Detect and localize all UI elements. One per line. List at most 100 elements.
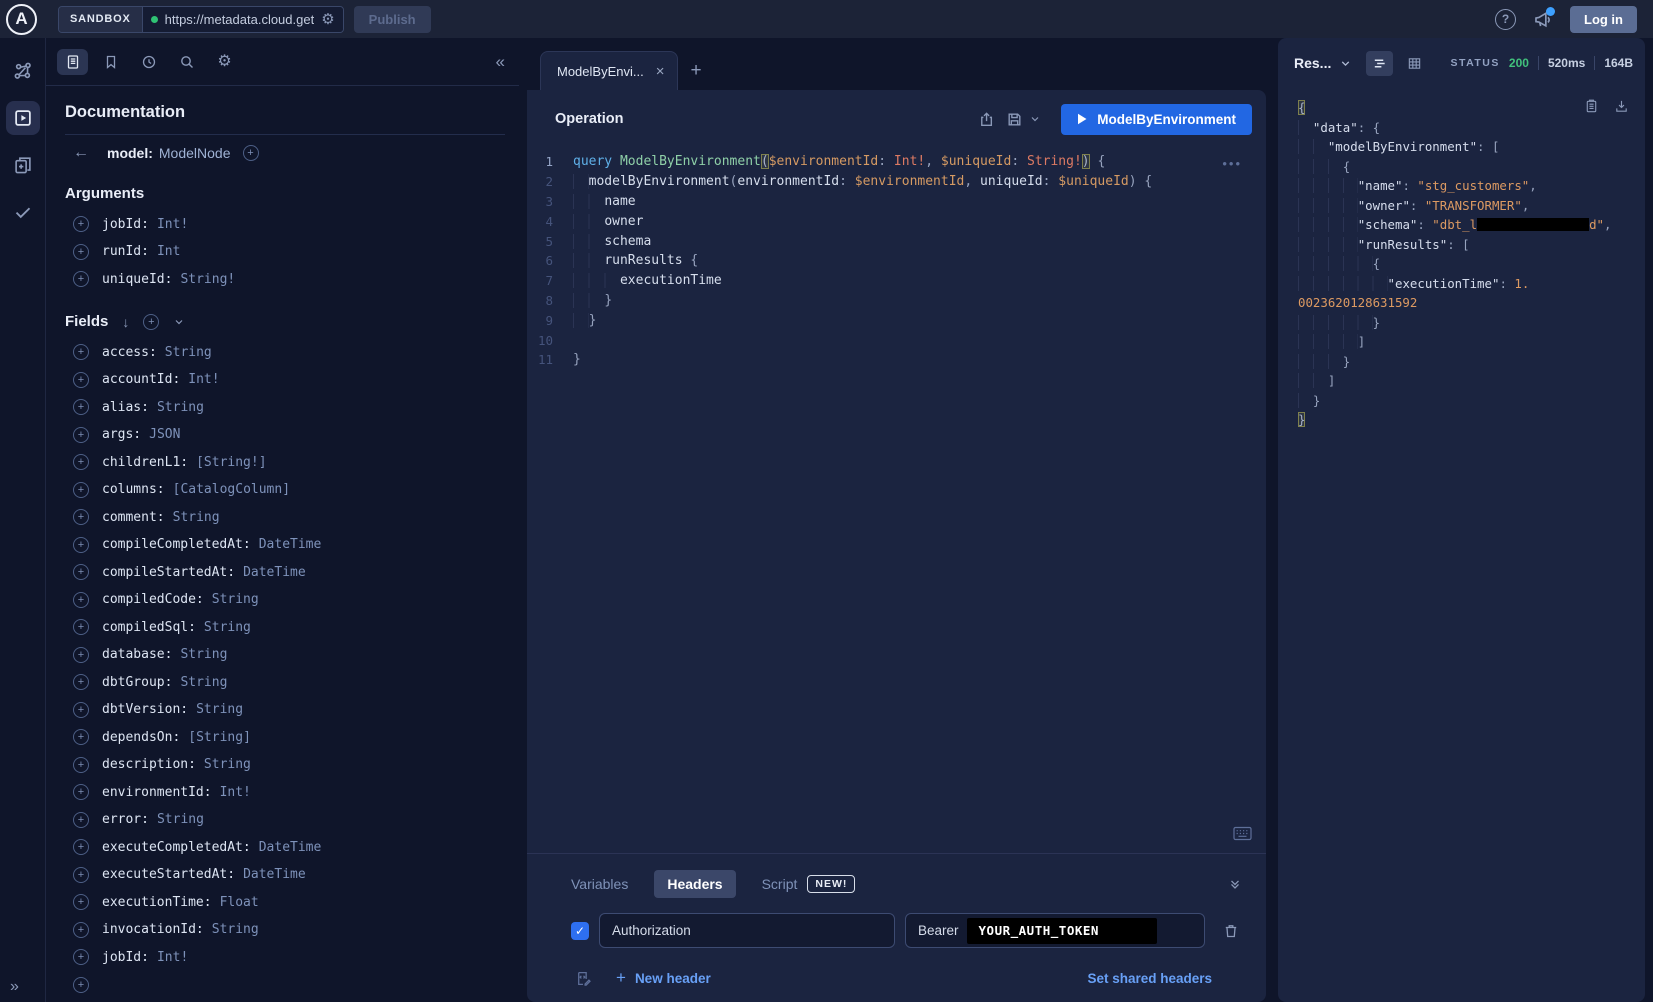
back-arrow-icon[interactable]: ← — [73, 144, 89, 162]
code-line[interactable]: 3 name — [527, 192, 1266, 212]
field-name[interactable]: dbtGroup: — [102, 675, 172, 690]
field-name[interactable]: runId: — [102, 244, 149, 259]
documentation-tab-button[interactable] — [57, 49, 88, 75]
add-field-to-query-icon[interactable]: + — [243, 145, 259, 161]
field-name[interactable]: dependsOn: — [102, 730, 180, 745]
field-row[interactable]: +jobId:Int! — [65, 949, 505, 965]
add-to-query-icon[interactable]: + — [73, 812, 89, 828]
share-operation-button[interactable] — [977, 111, 994, 128]
field-type[interactable]: [CatalogColumn] — [173, 482, 290, 497]
editor-options-menu[interactable]: ••• — [1222, 156, 1242, 171]
add-to-query-icon[interactable]: + — [73, 619, 89, 635]
field-name[interactable]: invocationId: — [102, 922, 204, 937]
field-name[interactable]: error: — [102, 812, 149, 827]
field-type[interactable]: String — [157, 812, 204, 827]
field-type[interactable]: String — [180, 675, 227, 690]
sidebar-item-explorer[interactable] — [6, 101, 40, 135]
field-name[interactable]: database: — [102, 647, 172, 662]
field-type[interactable]: DateTime — [259, 537, 322, 552]
run-operation-button[interactable]: ModelByEnvironment — [1061, 104, 1252, 135]
add-to-query-icon[interactable]: + — [73, 244, 89, 260]
add-to-query-icon[interactable]: + — [73, 729, 89, 745]
field-name[interactable]: columns: — [102, 482, 165, 497]
field-type[interactable]: [String!] — [196, 455, 266, 470]
endpoint-url-box[interactable]: https://metadata.cloud.get ⚙ — [143, 7, 343, 32]
add-to-query-icon[interactable]: + — [73, 592, 89, 608]
field-row[interactable]: +database:String — [65, 647, 505, 663]
login-button[interactable]: Log in — [1570, 6, 1637, 33]
sidebar-item-checks[interactable] — [6, 195, 40, 229]
field-row[interactable]: +compiledSql:String — [65, 619, 505, 635]
field-type[interactable]: String — [212, 592, 259, 607]
keyboard-shortcuts-icon[interactable] — [1233, 826, 1252, 841]
argument-row[interactable]: + uniqueId: String! — [65, 271, 505, 287]
collapse-bottom-panel-button[interactable] — [1228, 877, 1242, 891]
field-row[interactable]: + invocationId: String — [65, 922, 505, 938]
delete-header-button[interactable] — [1223, 923, 1239, 939]
field-name[interactable]: compileStartedAt: — [102, 565, 235, 580]
field-name[interactable]: environmentId: — [102, 785, 212, 800]
code-line[interactable]: 7 executionTime — [527, 271, 1266, 291]
field-row[interactable]: +dbtGroup:String — [65, 674, 505, 690]
field-type[interactable]: String — [173, 510, 220, 525]
field-row[interactable]: +comment:String — [65, 509, 505, 525]
field-row[interactable]: +description:String — [65, 757, 505, 773]
save-options-chevron-icon[interactable] — [1029, 113, 1041, 125]
tab-script[interactable]: Script — [762, 876, 798, 892]
field-name[interactable]: childrenL1: — [102, 455, 188, 470]
field-type[interactable]: String — [165, 345, 212, 360]
add-to-query-icon[interactable]: + — [73, 509, 89, 525]
add-to-query-icon[interactable]: + — [73, 702, 89, 718]
response-json-view-button[interactable] — [1366, 51, 1393, 76]
endpoint-url[interactable]: https://metadata.cloud.get — [165, 12, 315, 27]
field-type[interactable]: JSON — [149, 427, 180, 442]
header-key-input[interactable]: Authorization — [599, 913, 895, 948]
field-name[interactable]: alias: — [102, 400, 149, 415]
code-line[interactable]: 9 } — [527, 310, 1266, 330]
code-line[interactable]: 4 owner — [527, 211, 1266, 231]
set-shared-headers-link[interactable]: Set shared headers — [1087, 971, 1212, 986]
field-type[interactable]: String! — [180, 272, 235, 287]
field-row[interactable]: + error: String — [65, 812, 505, 828]
add-to-query-icon[interactable]: + — [73, 372, 89, 388]
field-type[interactable]: Int! — [157, 950, 188, 965]
field-type[interactable]: String — [212, 922, 259, 937]
query-editor[interactable]: 1query ModelByEnvironment($environmentId… — [527, 148, 1266, 853]
add-to-query-icon[interactable]: + — [73, 949, 89, 965]
sidebar-item-schema-graph[interactable] — [6, 54, 40, 88]
code-line[interactable]: 8 } — [527, 291, 1266, 311]
add-to-query-icon[interactable]: + — [73, 922, 89, 938]
field-name[interactable]: executionTime: — [102, 895, 212, 910]
argument-row[interactable]: + runId: Int — [65, 244, 505, 260]
add-all-fields-icon[interactable]: + — [143, 314, 159, 330]
field-type[interactable]: Int! — [157, 217, 188, 232]
add-to-query-icon[interactable]: + — [73, 839, 89, 855]
field-row[interactable]: +executeStartedAt:DateTime — [65, 867, 505, 883]
field-type[interactable]: Float — [220, 895, 259, 910]
tab-headers[interactable]: Headers — [654, 870, 735, 898]
new-header-button[interactable]: + New header — [616, 968, 711, 988]
response-table-view-button[interactable] — [1401, 51, 1428, 76]
field-type[interactable]: Int — [157, 244, 180, 259]
field-name[interactable]: jobId: — [102, 217, 149, 232]
field-row[interactable]: +compiledCode:String — [65, 592, 505, 608]
field-name[interactable]: dbtVersion: — [102, 702, 188, 717]
field-name[interactable]: args: — [102, 427, 141, 442]
apollo-logo[interactable]: A — [6, 4, 37, 35]
explorer-settings-button[interactable]: ⚙ — [209, 49, 240, 75]
add-to-query-icon[interactable]: + — [73, 271, 89, 287]
add-to-query-icon[interactable]: + — [73, 564, 89, 580]
copy-response-button[interactable] — [1584, 98, 1599, 114]
field-type[interactable]: String — [157, 400, 204, 415]
sidebar-item-operation-collections[interactable] — [6, 148, 40, 182]
field-row[interactable]: + dependsOn: [String] — [65, 729, 505, 745]
field-type[interactable]: DateTime — [259, 840, 322, 855]
field-name[interactable]: executeStartedAt: — [102, 867, 235, 882]
field-type[interactable]: [String] — [188, 730, 251, 745]
field-name[interactable]: uniqueId: — [102, 272, 172, 287]
add-to-query-icon[interactable]: + — [73, 537, 89, 553]
field-name[interactable]: executeCompletedAt: — [102, 840, 251, 855]
add-to-query-icon[interactable]: + — [73, 482, 89, 498]
collapse-docs-panel-button[interactable]: « — [496, 52, 509, 72]
add-to-query-icon[interactable]: + — [73, 216, 89, 232]
